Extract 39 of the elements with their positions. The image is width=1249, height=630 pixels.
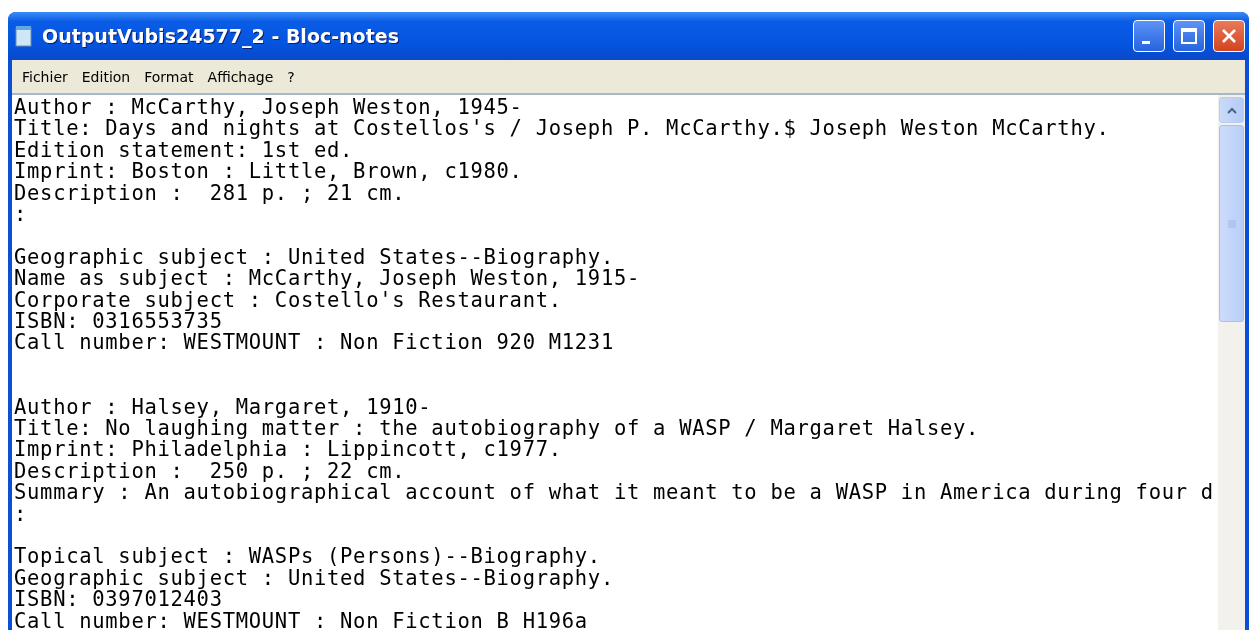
chevron-up-icon — [1225, 106, 1238, 114]
text-line: Geographic subject : United States--Biography. — [14, 567, 614, 590]
text-line: Geographic subject : United States--Biography. — [14, 246, 614, 269]
window-title: OutputVubis24577_2 - Bloc-notes — [42, 25, 400, 47]
minimize-button[interactable] — [1133, 20, 1165, 52]
scrollbar[interactable] — [1218, 95, 1245, 630]
menu-item[interactable]: Affichage — [201, 68, 280, 85]
menu-item[interactable]: Format — [138, 68, 200, 85]
notepad-icon — [14, 25, 34, 47]
text-line: Summary : An autobiographical account of what it meant to be a WASP in America during four d — [14, 482, 1214, 504]
text-line: Edition statement: 1st ed. — [14, 139, 354, 162]
menu-item[interactable]: Fichier — [16, 68, 74, 85]
menu-item[interactable]: Edition — [75, 68, 137, 85]
maximize-button[interactable] — [1173, 20, 1205, 52]
close-button[interactable] — [1213, 20, 1245, 52]
text-line: Call number: WESTMOUNT : Non Fiction B H196a — [14, 610, 588, 630]
minimize-icon — [1142, 40, 1150, 44]
text-line: Description : 281 p. ; 21 cm. — [14, 182, 406, 205]
text-line: Title: Days and nights at Costellos's / Joseph P. McCarthy.$ Joseph Weston McCarthy. — [14, 118, 1110, 140]
text-line: Name as subject : McCarthy, Joseph Weston, 1915- — [14, 268, 641, 290]
text-line: Title: No laughing matter : the autobiography of a WASP / Margaret Halsey. — [14, 418, 980, 440]
scroll-up-button[interactable] — [1219, 97, 1244, 123]
menu-item[interactable]: ? — [281, 68, 301, 85]
close-icon — [1220, 27, 1238, 45]
text-line: Author : McCarthy, Joseph Weston, 1945- — [14, 97, 523, 119]
text-line: Topical subject : WASPs (Persons)--Biography. — [14, 546, 601, 568]
text-line: ISBN: 0316553735 — [14, 311, 223, 333]
text-line: : — [14, 204, 28, 226]
scroll-thumb[interactable] — [1219, 125, 1244, 322]
text-line: Imprint: Boston : Little, Brown, c1980. — [14, 161, 523, 183]
grip-icon — [1227, 219, 1236, 228]
text-line: Imprint: Philadelphia : Lippincott, c1977. — [14, 439, 562, 461]
text-line: Author : Halsey, Margaret, 1910- — [14, 396, 432, 419]
text-line: Call number: WESTMOUNT : Non Fiction 920 M1231 — [14, 332, 614, 354]
text-line: ISBN: 0397012403 — [14, 589, 223, 611]
text-line: Description : 250 p. ; 22 cm. — [14, 460, 406, 483]
maximize-icon — [1180, 27, 1198, 45]
text-line: Corporate subject : Costello's Restaurant. — [14, 289, 562, 312]
text-line: : — [14, 503, 28, 526]
